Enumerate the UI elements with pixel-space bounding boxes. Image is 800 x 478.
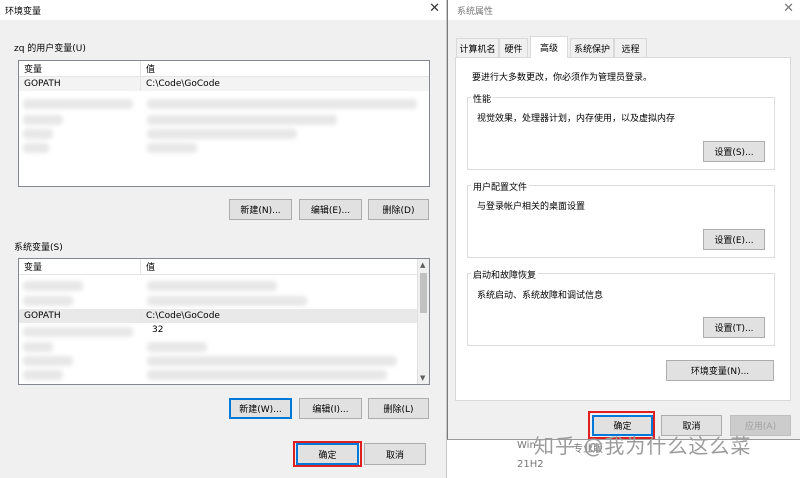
tab-computer-name[interactable]: 计算机名 — [456, 38, 499, 57]
system-new-button[interactable]: 新建(W)... — [229, 398, 292, 419]
blurred-row — [23, 143, 49, 153]
tab-remote[interactable]: 远程 — [614, 38, 647, 57]
tab-advanced[interactable]: 高级 — [530, 36, 568, 58]
blurred-row — [147, 129, 297, 139]
user-row-name: GOPATH — [24, 79, 61, 89]
zhihu-watermark: 知乎 @我为什么这么菜 — [534, 434, 752, 458]
windows-edition-text: Win — [517, 440, 536, 451]
env-variables-window: 环境变量 ✕ zq 的用户变量(U) 变量 值 GOPATH C:\Code\G… — [0, 0, 447, 478]
system-row-value: C:\Code\GoCode — [146, 311, 220, 321]
performance-settings-button[interactable]: 设置(S)... — [703, 141, 765, 162]
blurred-row — [23, 129, 53, 139]
scroll-up-icon[interactable]: ▲ — [420, 261, 425, 269]
close-icon[interactable]: ✕ — [783, 2, 794, 16]
windows-version-text: 21H2 — [517, 459, 544, 470]
startup-settings-button[interactable]: 设置(T)... — [703, 317, 765, 338]
env-cancel-button[interactable]: 取消 — [364, 443, 426, 465]
scroll-down-icon[interactable]: ▼ — [420, 374, 425, 382]
blurred-row — [23, 99, 133, 109]
blurred-row — [147, 99, 417, 109]
blurred-row — [23, 115, 63, 125]
performance-title: 性能 — [471, 92, 494, 105]
user-row-value: C:\Code\GoCode — [146, 79, 220, 89]
tab-hardware[interactable]: 硬件 — [499, 38, 528, 57]
system-list-scrollbar[interactable]: ▲ ▼ — [417, 259, 429, 384]
user-new-button[interactable]: 新建(N)... — [229, 199, 292, 220]
user-profiles-settings-button[interactable]: 设置(E)... — [703, 229, 765, 250]
scrollbar-thumb[interactable] — [420, 273, 427, 313]
user-row-gopath[interactable]: GOPATH C:\Code\GoCode — [19, 77, 429, 91]
startup-recovery-title: 启动和故障恢复 — [471, 268, 539, 281]
admin-note: 要进行大多数更改，你必须作为管理员登录。 — [472, 73, 653, 83]
blurred-row — [147, 342, 207, 352]
user-variables-label: zq 的用户变量(U) — [14, 44, 86, 54]
system-row-gopath[interactable]: GOPATH C:\Code\GoCode — [19, 309, 417, 323]
system-variables-list[interactable]: 变量 值 GOPATH C:\Code\GoCode 32 ▲ ▼ — [18, 258, 430, 385]
performance-desc: 视觉效果，处理器计划，内存使用，以及虚拟内存 — [477, 114, 676, 124]
user-delete-button[interactable]: 删除(D) — [368, 199, 429, 220]
blurred-row — [147, 143, 197, 153]
system-row-name: GOPATH — [24, 311, 61, 321]
close-icon[interactable]: ✕ — [429, 2, 440, 16]
column-variable-header[interactable]: 变量 — [19, 260, 42, 273]
system-delete-button[interactable]: 删除(L) — [368, 398, 429, 419]
system-row-value: 32 — [152, 325, 164, 335]
blurred-row — [23, 356, 73, 366]
sys-title-bar: 系统属性 ✕ — [448, 0, 800, 20]
tab-system-protection[interactable]: 系统保护 — [570, 38, 614, 57]
column-value-header[interactable]: 值 — [141, 62, 155, 75]
blurred-row — [23, 281, 83, 291]
blurred-row — [147, 356, 397, 366]
system-edit-button[interactable]: 编辑(I)... — [299, 398, 362, 419]
blurred-row — [147, 370, 387, 380]
blurred-row — [147, 296, 307, 306]
blurred-row — [147, 281, 277, 291]
highlight-box — [293, 441, 362, 467]
system-list-header: 变量 值 — [19, 259, 429, 275]
environment-variables-button[interactable]: 环境变量(N)... — [666, 360, 774, 381]
system-variables-label: 系统变量(S) — [14, 243, 63, 253]
blurred-row — [23, 327, 133, 337]
column-value-header[interactable]: 值 — [141, 260, 155, 273]
user-profiles-desc: 与登录帐户相关的桌面设置 — [477, 202, 586, 212]
user-edit-button[interactable]: 编辑(E)... — [299, 199, 362, 220]
user-list-header: 变量 值 — [19, 61, 429, 77]
sys-window-title: 系统属性 — [457, 6, 494, 17]
blurred-row — [23, 342, 53, 352]
blurred-row — [147, 115, 337, 125]
blurred-row — [23, 370, 63, 380]
env-title-bar: 环境变量 ✕ — [0, 0, 446, 20]
blurred-row — [23, 296, 73, 306]
env-window-title: 环境变量 — [5, 6, 42, 17]
user-profiles-title: 用户配置文件 — [471, 180, 530, 193]
column-variable-header[interactable]: 变量 — [19, 62, 42, 75]
user-variables-list[interactable]: 变量 值 GOPATH C:\Code\GoCode — [18, 60, 430, 187]
startup-recovery-desc: 系统启动、系统故障和调试信息 — [477, 291, 604, 301]
